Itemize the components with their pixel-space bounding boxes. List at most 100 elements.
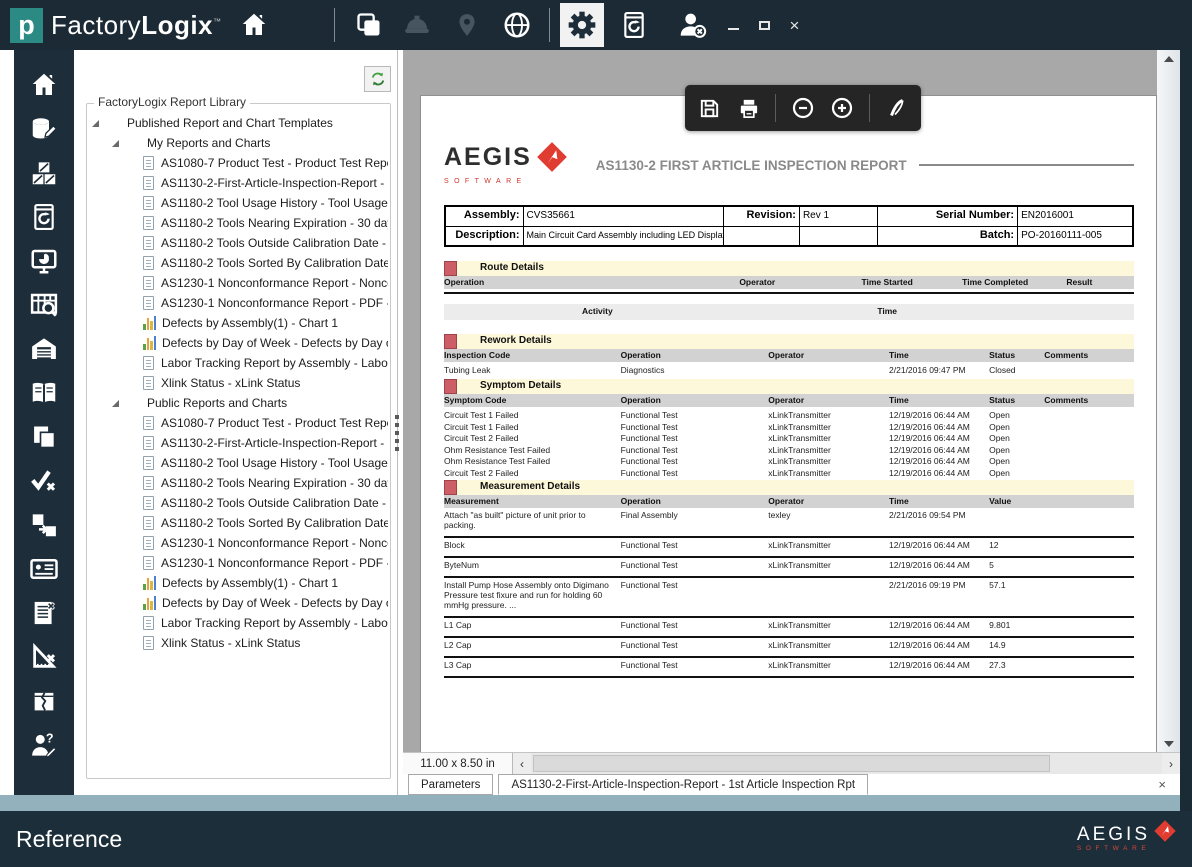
cell: L2 Cap: [444, 640, 621, 650]
print-icon[interactable]: [736, 96, 760, 120]
maximize-button[interactable]: [759, 21, 770, 30]
user-logout-icon[interactable]: [676, 9, 708, 41]
settings-gear-icon[interactable]: [560, 3, 604, 47]
quality-check-icon[interactable]: [27, 464, 61, 498]
column-header: Operator: [768, 394, 889, 407]
tab-parameters[interactable]: Parameters: [408, 774, 493, 795]
tree-item-report[interactable]: Xlink Status - xLink Status: [88, 373, 388, 393]
tree-node-my-reports[interactable]: My Reports and Charts: [88, 133, 388, 153]
tree-node-public-reports[interactable]: Public Reports and Charts: [88, 393, 388, 413]
measurement-remove-icon[interactable]: [27, 640, 61, 674]
tree-item-report[interactable]: Defects by Day of Week - Defects by Day …: [88, 593, 388, 613]
expander-icon[interactable]: [112, 140, 119, 147]
cell: Tubing Leak: [444, 363, 621, 378]
warehouse-icon[interactable]: [27, 332, 61, 366]
tree-item-report[interactable]: Xlink Status - xLink Status: [88, 633, 388, 653]
home-icon[interactable]: [238, 9, 270, 41]
tree-node-published-templates[interactable]: Published Report and Chart Templates: [88, 113, 388, 133]
tree-item-report[interactable]: AS1130-2-First-Article-Inspection-Report…: [88, 173, 388, 193]
cell: Circuit Test 1 Failed: [444, 410, 621, 422]
tree-item-report[interactable]: AS1180-2 Tools Sorted By Calibration Dat…: [88, 513, 388, 533]
documents-copy-icon[interactable]: [27, 420, 61, 454]
tab-report-active[interactable]: AS1130-2-First-Article-Inspection-Report…: [498, 774, 868, 795]
process-history-icon[interactable]: [27, 200, 61, 234]
tree-item-report[interactable]: Defects by Assembly(1) - Chart 1: [88, 573, 388, 593]
tree-item-label: AS1080-7 Product Test - Product Test Rep…: [161, 416, 388, 430]
section-title: Measurement Details: [480, 481, 580, 492]
cell: [768, 580, 889, 610]
id-card-icon[interactable]: [27, 552, 61, 586]
tree-item-report[interactable]: AS1180-2 Tools Sorted By Calibration Dat…: [88, 253, 388, 273]
assembly-blocks-icon[interactable]: [27, 156, 61, 190]
work-instructions-icon[interactable]: [27, 596, 61, 630]
database-edit-icon[interactable]: [27, 112, 61, 146]
globe-icon[interactable]: [501, 9, 533, 41]
tree-item-label: AS1230-1 Nonconformance Report - PDF - N…: [161, 556, 388, 570]
report-preview-area: AEGIS SOFTWARE AS1130-2 FIRST ARTICLE IN…: [403, 50, 1180, 752]
tree-item-report[interactable]: AS1080-7 Product Test - Product Test Rep…: [88, 413, 388, 433]
scroll-left-button[interactable]: ‹: [513, 753, 531, 774]
aegis-logo-sub: SOFTWARE: [444, 178, 570, 185]
scroll-right-button[interactable]: ›: [1162, 753, 1180, 774]
pages-icon[interactable]: [353, 9, 385, 41]
pdf-export-icon[interactable]: [885, 96, 909, 120]
footer-aegis-logo: AEGIS SOFTWARE: [1077, 825, 1178, 853]
cell: 5: [989, 560, 1134, 570]
tree-item-report[interactable]: AS1180-2 Tool Usage History - Tool Usage…: [88, 453, 388, 473]
tree-item-report[interactable]: AS1180-2 Tools Outside Calibration Date …: [88, 233, 388, 253]
tree-item-report[interactable]: AS1180-2 Tools Nearing Expiration - 30 d…: [88, 473, 388, 493]
dashboard-icon[interactable]: [27, 244, 61, 278]
save-icon[interactable]: [697, 96, 721, 120]
tree-item-report[interactable]: AS1230-1 Nonconformance Report - PDF - N…: [88, 553, 388, 573]
material-transfer-icon[interactable]: [27, 508, 61, 542]
tree-item-report[interactable]: AS1230-1 Nonconformance Report - Noncon.…: [88, 273, 388, 293]
expander-icon[interactable]: [112, 400, 119, 407]
scroll-up-button[interactable]: [1157, 50, 1180, 67]
table-search-icon[interactable]: [27, 288, 61, 322]
recovery-device-icon[interactable]: [618, 9, 650, 41]
tree-item-report[interactable]: Labor Tracking Report by Assembly - Labo…: [88, 353, 388, 373]
tree-item-report[interactable]: AS1080-7 Product Test - Product Test Rep…: [88, 153, 388, 173]
report-doc-icon: [143, 376, 154, 390]
vertical-scrollbar[interactable]: [1157, 50, 1180, 752]
table-row: Install Pump Hose Assembly onto Digimano…: [444, 578, 1134, 618]
close-button[interactable]: ×: [790, 17, 800, 34]
tree-item-report[interactable]: Defects by Day of Week - Defects by Day …: [88, 333, 388, 353]
tree-item-report[interactable]: AS1180-2 Tools Outside Calibration Date …: [88, 493, 388, 513]
cell: 12/19/2016 06:44 AM: [889, 640, 989, 650]
horizontal-scrollbar[interactable]: [531, 753, 1162, 774]
splitter-grip[interactable]: [395, 415, 400, 455]
hardhat-icon[interactable]: [401, 9, 433, 41]
tree-item-report[interactable]: AS1230-1 Nonconformance Report - Noncon.…: [88, 533, 388, 553]
home-icon[interactable]: [27, 68, 61, 102]
tree-item-label: Defects by Day of Week - Defects by Day …: [162, 596, 388, 610]
report-doc-icon: [143, 416, 154, 430]
defect-package-icon[interactable]: [27, 684, 61, 718]
location-pin-icon[interactable]: [451, 9, 483, 41]
table-row: Attach "as built" picture of unit prior …: [444, 508, 1134, 538]
tree-item-report[interactable]: AS1180-2 Tool Usage History - Tool Usage…: [88, 193, 388, 213]
page-size-indicator: 11.00 x 8.50 in: [403, 753, 513, 774]
tree-item-report[interactable]: AS1230-1 Nonconformance Report - PDF - N…: [88, 293, 388, 313]
tree-item-report[interactable]: AS1180-2 Tools Nearing Expiration - 30 d…: [88, 213, 388, 233]
tree-item-report[interactable]: AS1130-2-First-Article-Inspection-Report…: [88, 433, 388, 453]
chevron-down-icon: [1164, 741, 1174, 747]
route-divider: [444, 292, 1134, 294]
reference-label: Reference: [16, 826, 122, 853]
zoom-in-icon[interactable]: [830, 96, 854, 120]
description-label: Description:: [446, 227, 524, 245]
documentation-book-icon[interactable]: [27, 376, 61, 410]
refresh-button[interactable]: [364, 66, 391, 92]
column-header: Operation: [621, 495, 769, 508]
tree-item-report[interactable]: Defects by Assembly(1) - Chart 1: [88, 313, 388, 333]
operator-help-icon[interactable]: ?: [27, 728, 61, 762]
minimize-button[interactable]: [728, 28, 739, 30]
footer-aegis-sub: SOFTWARE: [1077, 846, 1150, 853]
tree-item-report[interactable]: Labor Tracking Report by Assembly - Labo…: [88, 613, 388, 633]
zoom-out-icon[interactable]: [791, 96, 815, 120]
cell: 9.801: [989, 620, 1134, 630]
tab-close-icon[interactable]: ×: [1158, 777, 1166, 792]
expander-icon[interactable]: [92, 120, 99, 127]
scrollbar-thumb[interactable]: [533, 755, 1050, 772]
scroll-down-button[interactable]: [1157, 735, 1180, 752]
